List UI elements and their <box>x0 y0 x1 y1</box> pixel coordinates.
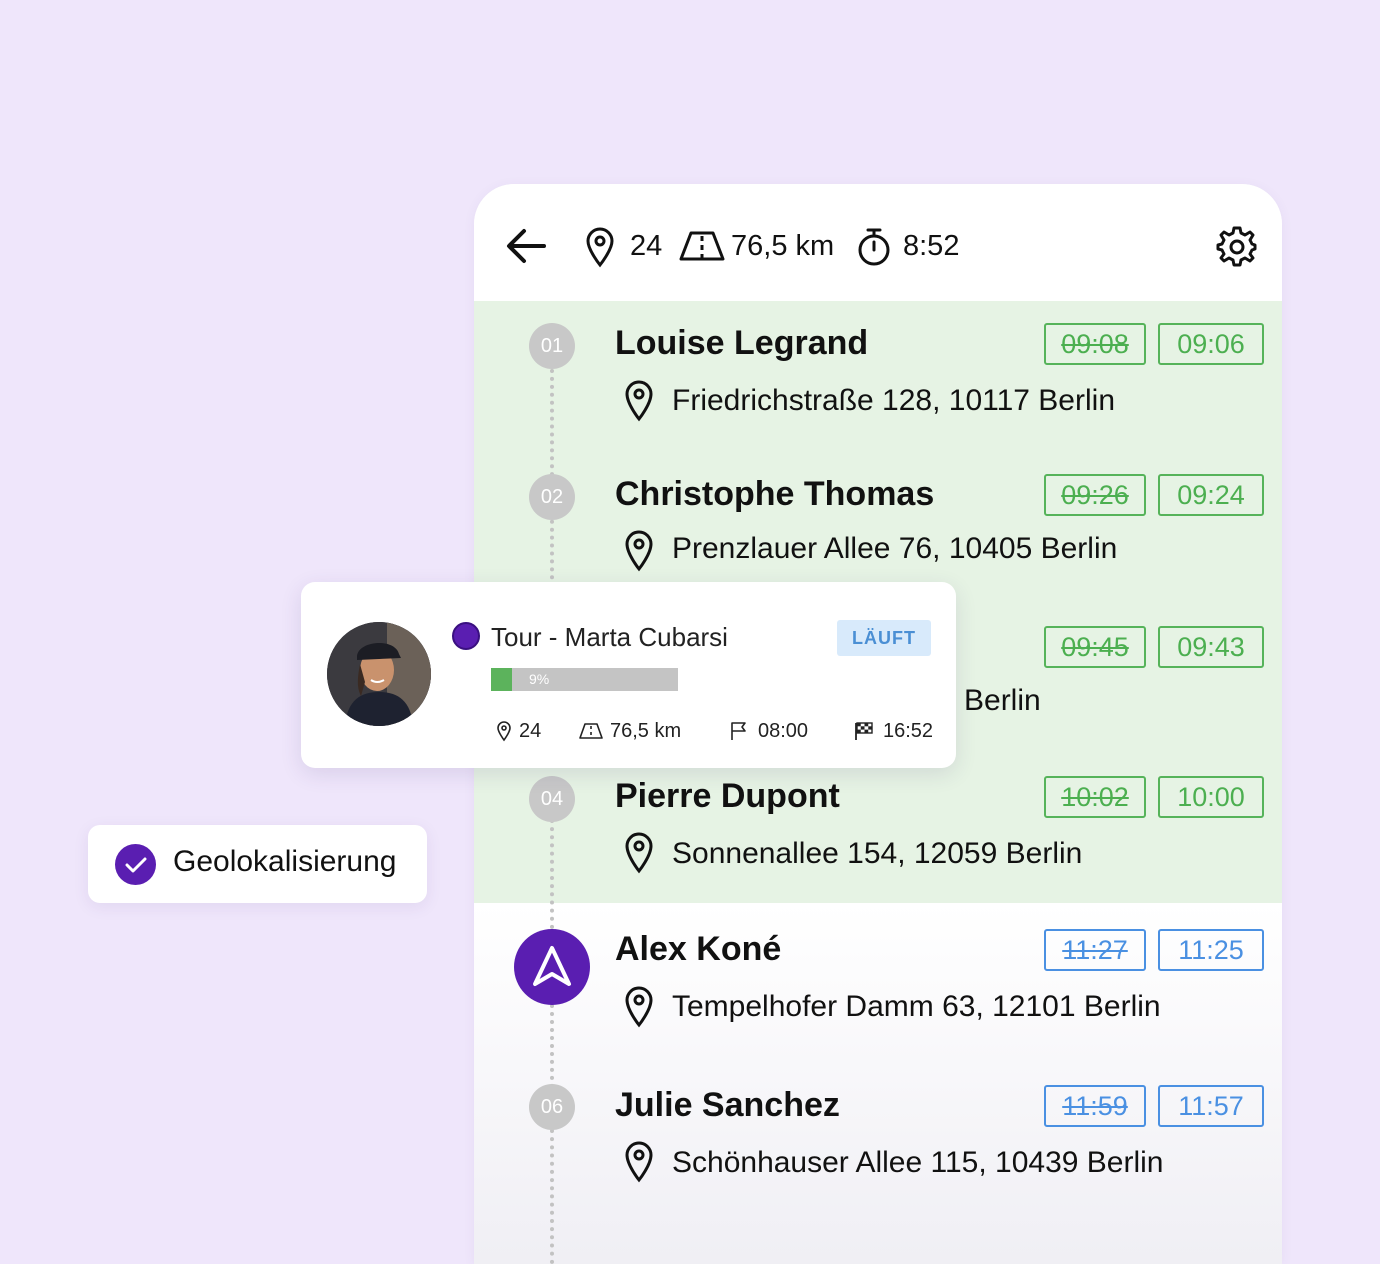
map-pin-icon <box>624 380 654 427</box>
geolocation-label: Geolokalisierung <box>173 845 397 878</box>
actual-time: 09:43 <box>1158 626 1264 668</box>
actual-time: 10:00 <box>1158 776 1264 818</box>
map-pin-icon <box>624 986 654 1033</box>
stop-number: 06 <box>529 1084 575 1130</box>
header-duration: 8:52 <box>903 229 960 262</box>
road-icon <box>579 723 603 744</box>
planned-time: 09:45 <box>1044 626 1146 668</box>
stop-customer-name[interactable]: Julie Sanchez <box>615 1086 840 1125</box>
navigation-arrow-icon <box>533 946 571 986</box>
timeline-line <box>550 1129 554 1264</box>
stop-customer-name[interactable]: Christophe Thomas <box>615 475 934 514</box>
stop-number: 04 <box>529 776 575 822</box>
geolocation-chip[interactable]: Geolokalisierung <box>88 825 427 903</box>
progress-fill <box>491 668 513 691</box>
tour-end-time: 16:52 <box>883 719 934 742</box>
checkered-flag-icon <box>854 721 874 746</box>
stop-address: Prenzlauer Allee 76, 10405 Berlin <box>672 532 1118 565</box>
progress-label: 9% <box>529 671 550 687</box>
tour-progress-bar: 9% <box>491 668 678 691</box>
planned-time: 11:59 <box>1044 1085 1146 1127</box>
header-distance: 76,5 km <box>731 229 835 262</box>
map-pin-icon <box>584 226 616 273</box>
stop-address: Sonnenallee 154, 12059 Berlin <box>672 837 1083 870</box>
tour-title[interactable]: Tour - Marta Cubarsi <box>491 622 728 653</box>
stop-address: Schönhauser Allee 115, 10439 Berlin <box>672 1146 1164 1179</box>
status-badge: LÄUFT <box>837 620 931 656</box>
header-stops-count: 24 <box>630 229 663 262</box>
tour-card[interactable]: Tour - Marta Cubarsi LÄUFT 9% 24 76,5 km… <box>301 582 956 768</box>
planned-time: 10:02 <box>1044 776 1146 818</box>
current-stop-marker[interactable] <box>514 929 590 1005</box>
route-header: 24 76,5 km 8:52 <box>474 184 1282 301</box>
stop-number: 02 <box>529 474 575 520</box>
timeline-line <box>550 819 554 929</box>
tour-stops-count: 24 <box>519 719 542 742</box>
actual-time: 09:06 <box>1158 323 1264 365</box>
driver-avatar <box>327 622 431 726</box>
stopwatch-icon <box>856 226 892 273</box>
stop-customer-name[interactable]: Louise Legrand <box>615 324 868 363</box>
stop-address: Tempelhofer Damm 63, 12101 Berlin <box>672 990 1161 1023</box>
map-pin-icon <box>624 1141 654 1188</box>
gear-icon[interactable] <box>1216 226 1258 273</box>
map-pin-icon <box>624 530 654 577</box>
tour-start-time: 08:00 <box>758 719 809 742</box>
estimated-time: 11:57 <box>1158 1085 1264 1127</box>
tour-color-dot <box>452 622 480 650</box>
flag-icon <box>729 721 749 746</box>
planned-time: 11:27 <box>1044 929 1146 971</box>
planned-time: 09:26 <box>1044 474 1146 516</box>
stop-number: 01 <box>529 323 575 369</box>
map-pin-icon <box>624 832 654 879</box>
check-circle-icon <box>115 844 156 885</box>
stop-address: Berlin <box>964 684 1041 717</box>
map-pin-icon <box>496 720 512 747</box>
estimated-time: 11:25 <box>1158 929 1264 971</box>
stop-customer-name[interactable]: Alex Koné <box>615 930 781 969</box>
stop-address: Friedrichstraße 128, 10117 Berlin <box>672 384 1115 417</box>
tour-distance: 76,5 km <box>610 719 682 742</box>
stop-customer-name[interactable]: Pierre Dupont <box>615 777 840 816</box>
actual-time: 09:24 <box>1158 474 1264 516</box>
back-arrow-icon[interactable] <box>504 226 548 271</box>
planned-time: 09:08 <box>1044 323 1146 365</box>
road-icon <box>678 230 726 267</box>
